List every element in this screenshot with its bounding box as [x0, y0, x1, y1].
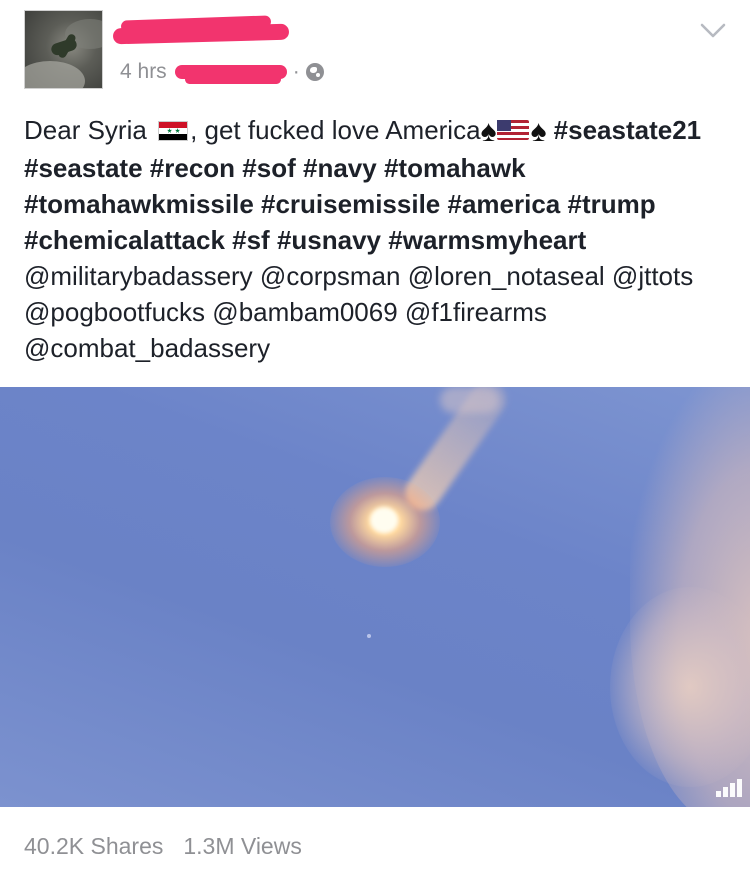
hashtag[interactable]: #seastate21	[554, 115, 701, 145]
globe-icon	[305, 63, 324, 81]
post-time[interactable]: 4 hrs	[120, 60, 167, 84]
shares-count[interactable]: 40.2K Shares	[24, 833, 163, 860]
mention[interactable]: @corpsman	[260, 261, 401, 291]
views-count: 1.3M Views	[183, 833, 302, 859]
chevron-down-icon[interactable]	[700, 22, 726, 40]
hashtag[interactable]: #navy	[303, 153, 377, 183]
hashtag[interactable]: #usnavy	[277, 225, 381, 255]
post-video[interactable]	[0, 387, 750, 807]
hashtag[interactable]: #chemicalattack	[24, 225, 225, 255]
mention[interactable]: @combat_badassery	[24, 333, 270, 363]
mention[interactable]: @loren_notaseal	[408, 261, 605, 291]
post-caption: Dear Syria , get fucked love America♠ ♠ #…	[24, 112, 734, 366]
mention[interactable]: @bambam0069	[212, 297, 397, 327]
post-header: 4 hrs ·	[0, 0, 750, 110]
caption-mid: , get fucked love America	[190, 115, 481, 145]
hashtag[interactable]: #sof	[242, 153, 295, 183]
meta-separator: ·	[292, 60, 300, 83]
avatar[interactable]	[24, 10, 103, 89]
redacted-location	[174, 61, 287, 84]
syria-flag-icon	[158, 121, 189, 141]
post-stats: 40.2K Shares 1.3M Views	[24, 833, 302, 860]
hashtag[interactable]: #tomahawkmissile	[24, 189, 254, 219]
spade-icon: ♠	[480, 115, 497, 148]
usa-flag-icon	[497, 120, 530, 140]
redacted-username[interactable]	[112, 15, 290, 45]
hashtag[interactable]: #seastate	[24, 153, 143, 183]
spade-icon: ♠	[530, 115, 547, 148]
mention[interactable]: @militarybadassery	[24, 261, 253, 291]
caption-lead: Dear Syria	[24, 115, 147, 145]
hashtag[interactable]: #warmsmyheart	[388, 225, 586, 255]
hashtag[interactable]: #sf	[232, 225, 270, 255]
hashtag[interactable]: #tomahawk	[384, 153, 526, 183]
hashtag[interactable]: #trump	[567, 189, 655, 219]
post-meta: 4 hrs ·	[120, 60, 324, 84]
hashtag[interactable]: #america	[447, 189, 560, 219]
mention[interactable]: @pogbootfucks	[24, 297, 205, 327]
hashtag[interactable]: #cruisemissile	[261, 189, 440, 219]
signal-icon	[716, 779, 742, 797]
mention[interactable]: @f1firearms	[405, 297, 547, 327]
mention[interactable]: @jttots	[612, 261, 693, 291]
hashtag[interactable]: #recon	[150, 153, 235, 183]
